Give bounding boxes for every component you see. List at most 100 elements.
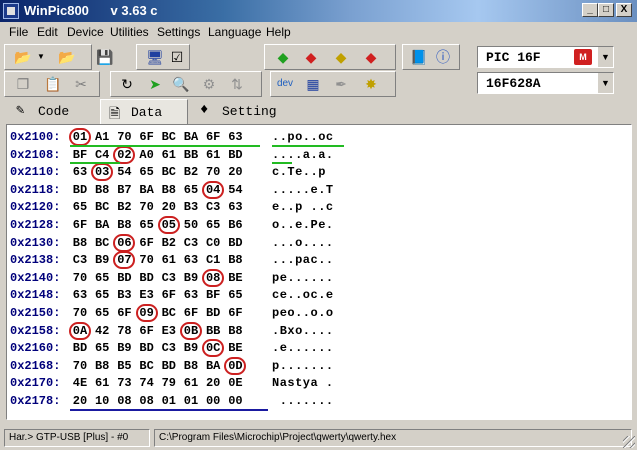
byte-cell[interactable]: B8 <box>92 359 112 373</box>
highlighted-byte-cell[interactable]: 04 <box>202 180 225 199</box>
byte-cell[interactable]: 08 <box>137 394 157 408</box>
device-model-select[interactable]: 16F628A ▼ <box>477 72 614 94</box>
byte-cell[interactable]: 63 <box>181 253 201 267</box>
byte-cell[interactable]: BC <box>92 200 112 214</box>
byte-cell[interactable]: BD <box>137 341 157 355</box>
eeprom-data-grid[interactable]: 0x2100: 01 A1 70 6F BC BA 6F 63 ..po..oc 0x2108: BF… <box>6 124 632 420</box>
byte-cell[interactable]: B5 <box>114 359 134 373</box>
byte-cell[interactable]: B8 <box>225 253 245 267</box>
byte-cell[interactable]: 6F <box>137 236 157 250</box>
config-bits-icon[interactable]: ▦ <box>304 75 322 93</box>
open-recent-icon[interactable]: 📂 <box>58 48 76 66</box>
byte-cell[interactable]: BE <box>225 271 245 285</box>
byte-cell[interactable]: 20 <box>225 165 245 179</box>
byte-cell[interactable]: 70 <box>70 271 90 285</box>
chevron-down-icon[interactable]: ▼ <box>597 73 613 93</box>
copy-icon[interactable]: ❐ <box>14 75 32 93</box>
byte-cell[interactable]: 61 <box>92 376 112 390</box>
byte-cell[interactable]: 6F <box>181 306 201 320</box>
byte-cell[interactable]: BA <box>181 130 201 144</box>
byte-cell[interactable]: BC <box>92 236 112 250</box>
menu-help[interactable]: Help <box>266 25 291 39</box>
byte-cell[interactable]: 65 <box>92 288 112 302</box>
byte-cell[interactable]: E3 <box>159 324 179 338</box>
highlighted-byte-cell[interactable]: 03 <box>91 163 114 182</box>
byte-cell[interactable]: 08 <box>114 394 134 408</box>
tab-setting[interactable]: ♦ Setting <box>192 99 282 123</box>
byte-cell[interactable]: 70 <box>70 359 90 373</box>
byte-cell[interactable]: 6F <box>70 218 90 232</box>
byte-cell[interactable]: B6 <box>225 218 245 232</box>
byte-cell[interactable]: BD <box>225 236 245 250</box>
byte-cell[interactable]: 70 <box>203 165 223 179</box>
highlighted-byte-cell[interactable]: 09 <box>135 304 158 322</box>
refresh-icon[interactable]: ↻ <box>118 75 136 93</box>
byte-cell[interactable]: 61 <box>159 148 179 162</box>
write-chip-icon[interactable]: ◆ <box>302 48 320 66</box>
byte-cell[interactable]: B8 <box>225 324 245 338</box>
byte-cell[interactable]: 70 <box>137 253 157 267</box>
highlighted-byte-cell[interactable]: 0C <box>202 339 225 358</box>
read-chip-icon[interactable]: ◆ <box>274 48 292 66</box>
byte-cell[interactable]: 10 <box>92 394 112 408</box>
sort-icon[interactable]: ⇅ <box>228 75 246 93</box>
byte-cell[interactable]: 65 <box>181 183 201 197</box>
byte-cell[interactable]: 20 <box>203 376 223 390</box>
byte-cell[interactable]: B2 <box>181 165 201 179</box>
byte-cell[interactable]: BF <box>203 288 223 302</box>
byte-cell[interactable]: 74 <box>137 376 157 390</box>
byte-cell[interactable]: B8 <box>181 359 201 373</box>
byte-cell[interactable]: 00 <box>225 394 245 408</box>
open-dropdown-icon[interactable]: ▼ <box>32 48 50 66</box>
tab-data[interactable]: 🗎 Data <box>100 99 188 124</box>
byte-cell[interactable]: B8 <box>114 218 134 232</box>
byte-cell[interactable]: 65 <box>92 341 112 355</box>
byte-cell[interactable]: 70 <box>137 200 157 214</box>
byte-cell[interactable]: 01 <box>159 394 179 408</box>
byte-cell[interactable]: 70 <box>70 306 90 320</box>
highlighted-byte-cell[interactable]: 0A <box>69 321 91 340</box>
byte-cell[interactable]: BD <box>137 271 157 285</box>
byte-cell[interactable]: 65 <box>92 306 112 320</box>
byte-cell[interactable]: 0E <box>225 376 245 390</box>
byte-cell[interactable]: BC <box>159 130 179 144</box>
byte-cell[interactable]: BE <box>225 341 245 355</box>
byte-cell[interactable]: 6F <box>137 130 157 144</box>
menu-settings[interactable]: Settings <box>157 25 200 39</box>
byte-cell[interactable]: 50 <box>181 218 201 232</box>
highlighted-byte-cell[interactable]: 0B <box>180 321 202 340</box>
paste-icon[interactable]: 📋 <box>44 75 62 93</box>
menu-device[interactable]: Device <box>67 25 104 39</box>
book-icon[interactable]: 📘 <box>410 48 428 66</box>
menu-edit[interactable]: Edit <box>37 25 58 39</box>
byte-cell[interactable]: 63 <box>225 200 245 214</box>
byte-cell[interactable]: B8 <box>159 183 179 197</box>
byte-cell[interactable]: B3 <box>181 200 201 214</box>
device-family-select[interactable]: PIC 16F M ▼ <box>477 46 614 68</box>
byte-cell[interactable]: BB <box>181 148 201 162</box>
byte-cell[interactable]: BD <box>159 359 179 373</box>
byte-cell[interactable]: 00 <box>203 394 223 408</box>
cut-icon[interactable]: ✂ <box>72 75 90 93</box>
byte-cell[interactable]: B7 <box>114 183 134 197</box>
byte-cell[interactable]: 78 <box>114 324 134 338</box>
byte-cell[interactable]: BA <box>203 359 223 373</box>
byte-cell[interactable]: BD <box>70 341 90 355</box>
byte-cell[interactable]: 4E <box>70 376 90 390</box>
highlighted-byte-cell[interactable]: 0D <box>224 356 247 375</box>
byte-cell[interactable]: BD <box>225 148 245 162</box>
byte-cell[interactable]: 61 <box>159 253 179 267</box>
byte-cell[interactable]: B9 <box>181 271 201 285</box>
tab-code[interactable]: ✎ Code <box>8 99 88 123</box>
byte-cell[interactable]: BC <box>137 359 157 373</box>
byte-cell[interactable]: C4 <box>92 148 112 162</box>
highlighted-byte-cell[interactable]: 02 <box>113 145 136 164</box>
monitor-icon[interactable]: 🖥 <box>146 48 164 66</box>
verify-chip-icon[interactable]: ◆ <box>332 48 350 66</box>
highlighted-byte-cell[interactable]: 07 <box>113 251 136 270</box>
byte-cell[interactable]: 63 <box>70 288 90 302</box>
byte-cell[interactable]: BA <box>92 218 112 232</box>
byte-cell[interactable]: 6F <box>114 306 134 320</box>
erase-chip-icon[interactable]: ◆ <box>362 48 380 66</box>
byte-cell[interactable]: 63 <box>181 288 201 302</box>
